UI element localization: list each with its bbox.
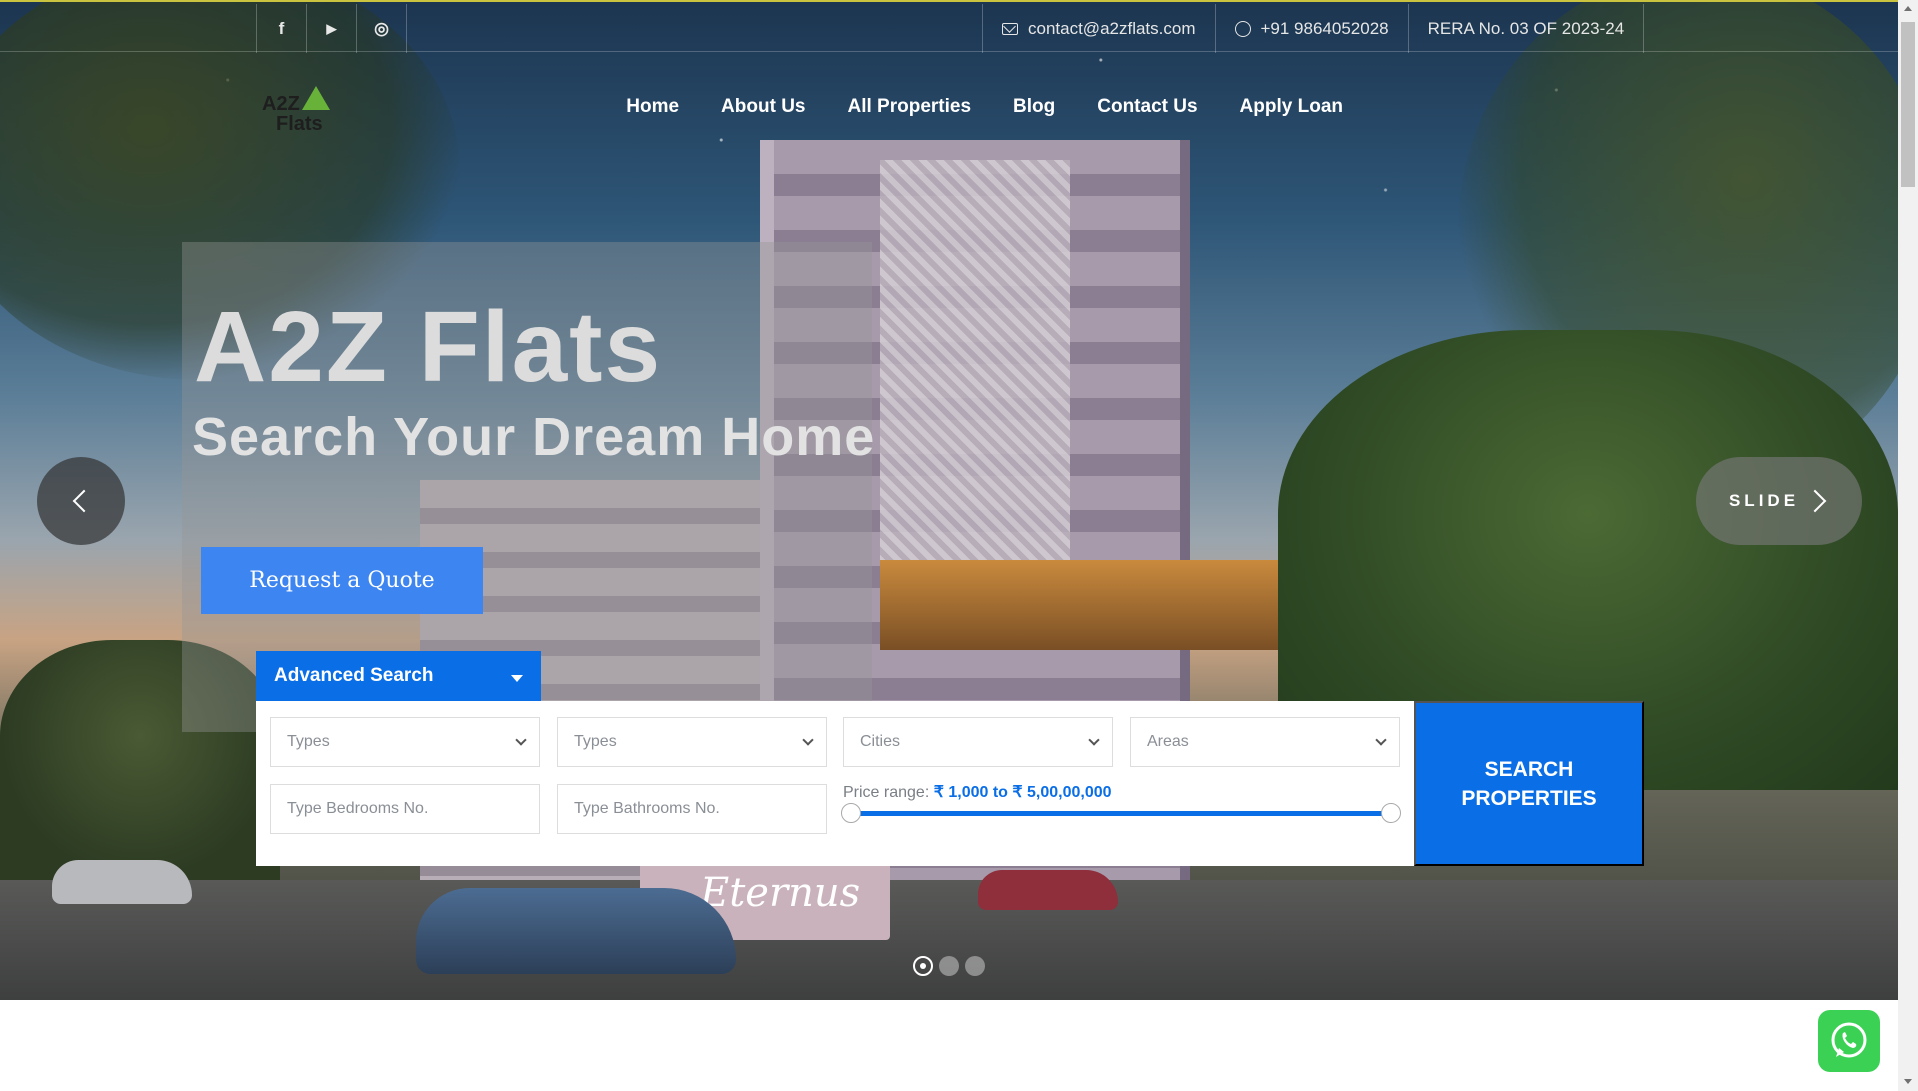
bedrooms-input-placeholder: Type Bedrooms No.: [287, 800, 429, 817]
car-image-blue: [416, 888, 736, 974]
envelope-icon: [1002, 22, 1018, 35]
page-scrollbar[interactable]: [1898, 0, 1918, 1091]
advanced-search-tab[interactable]: Advanced Search: [256, 651, 541, 701]
hero-title: A2Z Flats: [194, 291, 663, 403]
slider-next-label: SLIDE: [1728, 491, 1800, 510]
type-select-1[interactable]: Types: [270, 717, 540, 767]
email-text: contact@a2zflats.com: [1028, 18, 1196, 38]
chevron-down-icon: [1375, 734, 1387, 746]
chevron-down-icon: [802, 734, 814, 746]
chevron-left-icon: [72, 489, 96, 513]
areas-select-placeholder: Areas: [1147, 733, 1189, 750]
price-range-track[interactable]: [851, 811, 1391, 816]
nav-about-us[interactable]: About Us: [679, 96, 805, 118]
price-range-min-handle[interactable]: [841, 803, 861, 823]
entrance-sign-text: Eternus: [700, 870, 861, 916]
youtube-icon[interactable]: ▶: [307, 4, 357, 53]
email-link[interactable]: contact@a2zflats.com: [983, 4, 1216, 53]
site-logo[interactable]: A2Z Flats: [262, 86, 342, 138]
contact-info: contact@a2zflats.com +91 9864052028 RERA…: [982, 4, 1645, 53]
caret-down-icon: [511, 674, 523, 682]
slider-dot-2[interactable]: [939, 956, 959, 976]
areas-select[interactable]: Areas: [1130, 717, 1400, 767]
street-ground: [0, 880, 1898, 1000]
price-range-max-handle[interactable]: [1381, 803, 1401, 823]
slider-dots: [913, 956, 985, 976]
scrollbar-thumb[interactable]: [1901, 22, 1915, 187]
price-range-label: Price range: ₹ 1,000 to ₹ 5,00,00,000: [843, 782, 1112, 802]
price-range-value: ₹ 1,000 to ₹ 5,00,00,000: [933, 784, 1112, 801]
scroll-up-arrow-icon[interactable]: [1904, 6, 1912, 11]
hero-subtitle: Search Your Dream Home: [192, 407, 876, 467]
instagram-icon[interactable]: ◎: [357, 4, 407, 53]
nav-home[interactable]: Home: [584, 96, 679, 118]
nav-blog[interactable]: Blog: [971, 96, 1055, 118]
car-image-red: [978, 870, 1118, 910]
type-select-2-placeholder: Types: [574, 733, 617, 750]
main-nav: Home About Us All Properties Blog Contac…: [584, 96, 1343, 118]
advanced-search-label: Advanced Search: [274, 665, 434, 686]
car-image-silver: [52, 860, 192, 904]
top-bar: f ▶ ◎ contact@a2zflats.com +91 986405202…: [0, 0, 1898, 53]
slider-dot-1[interactable]: [913, 956, 933, 976]
cities-select-placeholder: Cities: [860, 733, 901, 750]
cities-select[interactable]: Cities: [843, 717, 1113, 767]
chevron-right-icon: [1803, 489, 1827, 513]
whatsapp-small-icon: [1234, 20, 1251, 37]
nav-all-properties[interactable]: All Properties: [805, 96, 971, 118]
social-links: f ▶ ◎: [256, 4, 407, 53]
phone-link[interactable]: +91 9864052028: [1216, 4, 1409, 53]
slider-next-button[interactable]: SLIDE: [1696, 457, 1862, 545]
bedrooms-input[interactable]: Type Bedrooms No.: [270, 784, 540, 834]
type-select-2[interactable]: Types: [557, 717, 827, 767]
price-range-caption: Price range:: [843, 784, 930, 801]
search-properties-button[interactable]: SEARCH PROPERTIES: [1414, 701, 1644, 866]
page: MIVAAN Eternus f ▶ ◎ contact@a2zflats.co…: [0, 0, 1918, 1091]
request-quote-button[interactable]: Request a Quote: [201, 547, 483, 614]
whatsapp-chat-button[interactable]: [1818, 1010, 1880, 1072]
bathrooms-input[interactable]: Type Bathrooms No.: [557, 784, 827, 834]
facebook-icon[interactable]: f: [257, 4, 307, 53]
slider-dot-3[interactable]: [965, 956, 985, 976]
phone-text: +91 9864052028: [1260, 18, 1389, 38]
scroll-down-arrow-icon[interactable]: [1904, 1079, 1912, 1084]
whatsapp-icon: [1831, 1022, 1867, 1058]
logo-text: A2Z Flats: [262, 93, 323, 135]
slider-prev-button[interactable]: [37, 457, 125, 545]
bathrooms-input-placeholder: Type Bathrooms No.: [574, 800, 720, 817]
rera-number: RERA No. 03 OF 2023-24: [1409, 4, 1645, 53]
nav-apply-loan[interactable]: Apply Loan: [1198, 96, 1343, 118]
building-facade-screen: [880, 160, 1070, 580]
nav-contact-us[interactable]: Contact Us: [1055, 96, 1197, 118]
chevron-down-icon: [1088, 734, 1100, 746]
search-button-label: SEARCH PROPERTIES: [1461, 757, 1597, 810]
type-select-1-placeholder: Types: [287, 733, 330, 750]
chevron-down-icon: [515, 734, 527, 746]
